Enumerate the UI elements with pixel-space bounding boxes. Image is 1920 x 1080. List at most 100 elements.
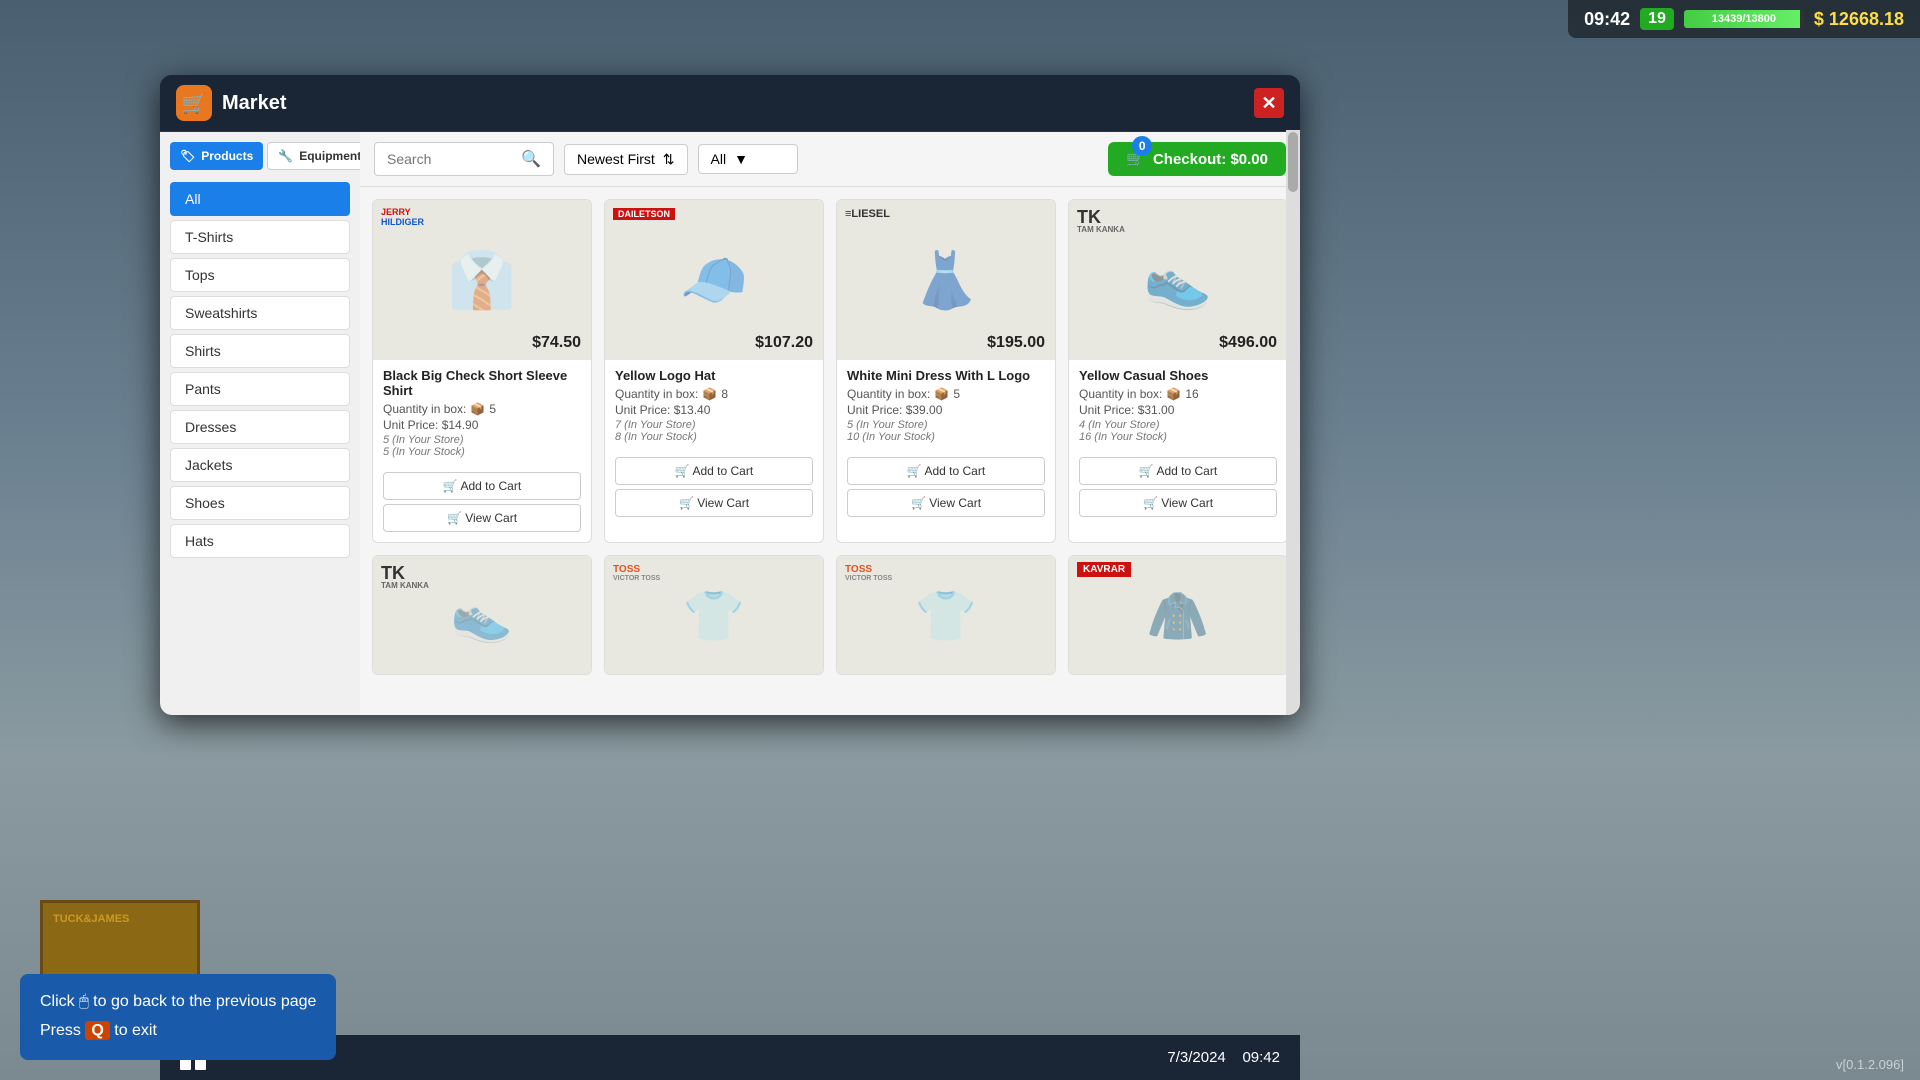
product-store-info-4: 4 (In Your Store) 16 (In Your Stock) xyxy=(1079,419,1277,443)
footer-date: 7/3/2024 xyxy=(1167,1049,1225,1066)
sidebar-item-shirts[interactable]: Shirts xyxy=(170,334,350,368)
modal-close-button[interactable]: ✕ xyxy=(1254,88,1284,118)
sidebar: 🏷 Products 🔧 Equipment All T-Shirts Tops… xyxy=(160,132,360,715)
product-card-4: TK TAM KANKA 👟 $496.00 Yellow Casual Sho… xyxy=(1068,199,1288,543)
products-area: JERRYHILDIGER 👔 $74.50 Black Big Check S… xyxy=(360,187,1300,715)
view-cart-button-1[interactable]: 🛒 View Cart xyxy=(383,504,581,532)
hud-money: $ 12668.18 xyxy=(1814,9,1904,30)
product-name-1: Black Big Check Short Sleeve Shirt xyxy=(383,368,581,398)
scrollbar-track[interactable] xyxy=(1286,130,1300,715)
product-name-2: Yellow Logo Hat xyxy=(615,368,813,383)
search-input[interactable] xyxy=(387,151,515,167)
tab-products[interactable]: 🏷 Products xyxy=(170,142,263,170)
tab-equipment[interactable]: 🔧 Equipment xyxy=(267,142,360,170)
product-unit-price-1: Unit Price: $14.90 xyxy=(383,418,581,432)
sidebar-item-jackets[interactable]: Jackets xyxy=(170,448,350,482)
filter-icon: ▼ xyxy=(734,151,748,167)
hud-xp-bar: 13439/13800 xyxy=(1684,10,1804,28)
product-image-4: TK TAM KANKA 👟 $496.00 xyxy=(1069,200,1287,360)
product-image-placeholder-4: 👟 xyxy=(1144,248,1212,313)
sidebar-item-dresses[interactable]: Dresses xyxy=(170,410,350,444)
product-price-3: $195.00 xyxy=(987,334,1045,352)
product-store-info-3: 5 (In Your Store) 10 (In Your Stock) xyxy=(847,419,1045,443)
products-icon: 🏷 xyxy=(180,149,195,163)
footer-datetime: 7/3/2024 09:42 xyxy=(1167,1049,1280,1066)
brand-logo-4: TK TAM KANKA xyxy=(1077,208,1125,234)
q-key: Q xyxy=(85,1021,109,1040)
tab-buttons: 🏷 Products 🔧 Equipment xyxy=(170,142,350,170)
modal-title: Market xyxy=(222,92,286,115)
hud-xp-text: 13439/13800 xyxy=(1684,10,1804,28)
brand-logo-3: ≡LIESEL xyxy=(845,208,890,220)
product-name-3: White Mini Dress With L Logo xyxy=(847,368,1045,383)
checkout-button[interactable]: 0 🛒 Checkout: $0.00 xyxy=(1108,142,1286,176)
modal-body: 🏷 Products 🔧 Equipment All T-Shirts Tops… xyxy=(160,132,1300,715)
market-icon: 🛒 xyxy=(176,85,212,121)
sidebar-item-sweatshirts[interactable]: Sweatshirts xyxy=(170,296,350,330)
hud-level: 19 xyxy=(1640,8,1674,30)
scrollbar-thumb[interactable] xyxy=(1288,132,1298,192)
add-to-cart-button-1[interactable]: 🛒 Add to Cart xyxy=(383,472,581,500)
brand-logo-2: DAILETSON xyxy=(613,208,675,220)
sort-dropdown[interactable]: Newest First ⇅ xyxy=(564,144,688,175)
add-to-cart-button-4[interactable]: 🛒 Add to Cart xyxy=(1079,457,1277,485)
product-qty-3: Quantity in box: 📦 5 xyxy=(847,387,1045,401)
product-price-1: $74.50 xyxy=(532,334,581,352)
sidebar-item-tops[interactable]: Tops xyxy=(170,258,350,292)
modal-titlebar: 🛒 Market ✕ xyxy=(160,75,1300,132)
main-content: 🔍 Newest First ⇅ All ▼ 0 🛒 Checkout: $0.… xyxy=(360,132,1300,715)
product-image-3: ≡LIESEL 👗 $195.00 xyxy=(837,200,1055,360)
view-cart-button-3[interactable]: 🛒 View Cart xyxy=(847,489,1045,517)
checkout-label: Checkout: $0.00 xyxy=(1153,151,1268,168)
product-image-placeholder-1: 👔 xyxy=(448,248,516,313)
product-card-1: JERRYHILDIGER 👔 $74.50 Black Big Check S… xyxy=(372,199,592,543)
brand-logo-6: TOSS VICTOR TOSS xyxy=(613,564,660,582)
add-to-cart-button-2[interactable]: 🛒 Add to Cart xyxy=(615,457,813,485)
product-card-3: ≡LIESEL 👗 $195.00 White Mini Dress With … xyxy=(836,199,1056,543)
product-store-info-1: 5 (In Your Store) 5 (In Your Stock) xyxy=(383,434,581,458)
product-info-2: Yellow Logo Hat Quantity in box: 📦 8 Uni… xyxy=(605,360,823,451)
sidebar-item-tshirts[interactable]: T-Shirts xyxy=(170,220,350,254)
product-unit-price-2: Unit Price: $13.40 xyxy=(615,403,813,417)
add-to-cart-button-3[interactable]: 🛒 Add to Cart xyxy=(847,457,1045,485)
view-cart-button-4[interactable]: 🛒 View Cart xyxy=(1079,489,1277,517)
product-name-4: Yellow Casual Shoes xyxy=(1079,368,1277,383)
brand-logo-8: KAVRAR xyxy=(1077,564,1131,575)
product-image-placeholder-3: 👗 xyxy=(912,248,980,313)
toolbar: 🔍 Newest First ⇅ All ▼ 0 🛒 Checkout: $0.… xyxy=(360,132,1300,187)
sidebar-item-hats[interactable]: Hats xyxy=(170,524,350,558)
product-card-6: TOSS VICTOR TOSS 👕 xyxy=(604,555,824,675)
product-unit-price-4: Unit Price: $31.00 xyxy=(1079,403,1277,417)
product-image-8: KAVRAR 🧥 xyxy=(1069,556,1287,675)
product-actions-4: 🛒 Add to Cart 🛒 View Cart xyxy=(1069,451,1287,527)
product-image-placeholder-2: 🧢 xyxy=(680,248,748,313)
footer-time: 09:42 xyxy=(1242,1049,1280,1066)
product-image-7: TOSS VICTOR TOSS 👕 xyxy=(837,556,1055,675)
product-qty-2: Quantity in box: 📦 8 xyxy=(615,387,813,401)
sidebar-item-shoes[interactable]: Shoes xyxy=(170,486,350,520)
product-card-7: TOSS VICTOR TOSS 👕 xyxy=(836,555,1056,675)
brand-logo-1: JERRYHILDIGER xyxy=(381,208,424,228)
product-store-info-2: 7 (In Your Store) 8 (In Your Stock) xyxy=(615,419,813,443)
brand-logo-7: TOSS VICTOR TOSS xyxy=(845,564,892,582)
product-price-4: $496.00 xyxy=(1219,334,1277,352)
search-box[interactable]: 🔍 xyxy=(374,142,554,176)
product-actions-2: 🛒 Add to Cart 🛒 View Cart xyxy=(605,451,823,527)
equipment-icon: 🔧 xyxy=(278,149,293,163)
product-qty-4: Quantity in box: 📦 16 xyxy=(1079,387,1277,401)
view-cart-button-2[interactable]: 🛒 View Cart xyxy=(615,489,813,517)
product-image-1: JERRYHILDIGER 👔 $74.50 xyxy=(373,200,591,360)
product-info-3: White Mini Dress With L Logo Quantity in… xyxy=(837,360,1055,451)
product-price-2: $107.20 xyxy=(755,334,813,352)
tip-line-2: Press Q to exit xyxy=(40,1017,316,1046)
search-icon: 🔍 xyxy=(521,149,541,169)
product-image-placeholder-5: 👟 xyxy=(451,587,513,646)
market-modal: 🛒 Market ✕ 🏷 Products 🔧 Equipment All T-… xyxy=(160,75,1300,715)
product-image-2: DAILETSON 🧢 $107.20 xyxy=(605,200,823,360)
filter-dropdown[interactable]: All ▼ xyxy=(698,144,798,174)
sidebar-item-all[interactable]: All xyxy=(170,182,350,216)
sidebar-item-pants[interactable]: Pants xyxy=(170,372,350,406)
cart-badge: 0 xyxy=(1132,136,1152,156)
product-unit-price-3: Unit Price: $39.00 xyxy=(847,403,1045,417)
product-qty-1: Quantity in box: 📦 5 xyxy=(383,402,581,416)
